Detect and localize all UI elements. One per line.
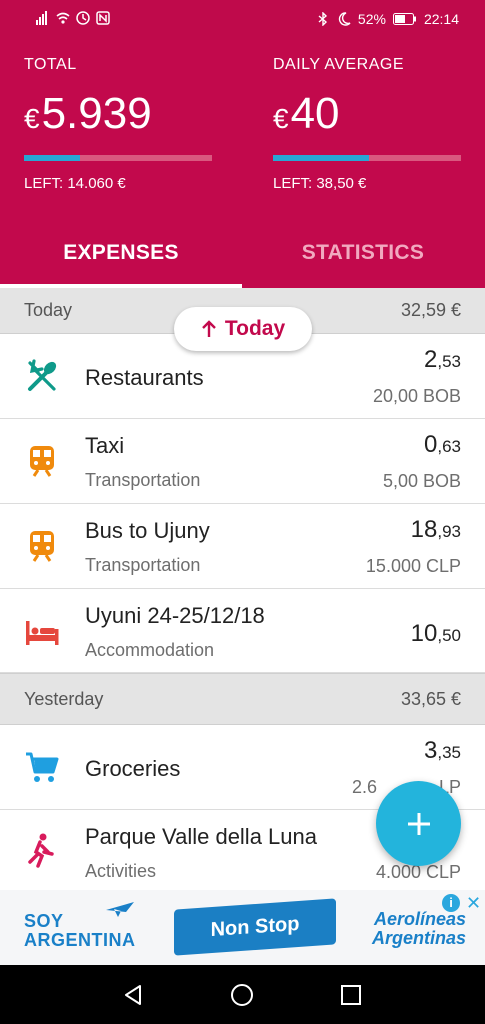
scroll-to-today-button[interactable]: Today: [174, 307, 312, 351]
moon-icon: [338, 12, 351, 26]
status-bar: 52% 22:14: [0, 0, 485, 40]
nfc-icon: [96, 11, 110, 25]
plus-icon: [407, 812, 430, 835]
tab-statistics[interactable]: STATISTICS: [242, 230, 484, 288]
wifi-icon: [56, 12, 70, 24]
ad-banner[interactable]: SOY ARGENTINA Non Stop Aerolíneas Argent…: [0, 890, 485, 965]
expense-amount: 3,35: [424, 737, 461, 764]
total-currency: €: [24, 103, 40, 134]
daily-average-stat[interactable]: DAILY AVERAGE € 40 LEFT: 38,50 €: [273, 56, 463, 192]
ad-right-text: Aerolíneas Argentinas: [371, 909, 466, 948]
ad-close-icon[interactable]: ✕: [466, 893, 481, 914]
expense-amount: 10,50: [410, 620, 461, 647]
battery-icon: [392, 13, 416, 25]
total-value: € 5.939: [24, 89, 214, 139]
daily-progress-bar: [273, 155, 461, 161]
section-header-yesterday: Yesterday 33,65 €: [0, 673, 485, 725]
total-left: LEFT: 14.060 €: [24, 175, 126, 192]
tab-bar: EXPENSES STATISTICS: [0, 230, 485, 288]
expense-title: Bus to Ujuny: [85, 518, 210, 543]
status-icons-left: [36, 11, 110, 25]
section-total: 33,65 €: [400, 688, 461, 709]
expense-row[interactable]: Taxi Transportation 0,63 5,00 BOB: [0, 419, 485, 504]
clock: 22:14: [423, 11, 459, 27]
train-icon: [30, 446, 54, 477]
tab-expenses[interactable]: EXPENSES: [0, 230, 242, 288]
train-icon: [30, 531, 54, 562]
expense-amount: 18,93: [410, 516, 461, 543]
home-icon[interactable]: [230, 983, 254, 1007]
expense-title: Taxi: [85, 433, 125, 458]
daily-progress-fill: [273, 155, 369, 161]
cart-icon: [26, 752, 59, 782]
total-progress-bar: [24, 155, 212, 161]
expense-title: Uyuni 24-25/12/18: [85, 603, 265, 628]
total-label: TOTAL: [24, 56, 77, 73]
expense-category: Activities: [85, 861, 157, 881]
expense-original-amount: 20,00 BOB: [372, 386, 461, 406]
scroll-to-today-label: Today: [224, 317, 286, 340]
expense-title: Parque Valle della Luna: [85, 824, 317, 849]
data-saver-icon: [76, 11, 90, 25]
expense-category: Transportation: [85, 555, 201, 575]
expense-row[interactable]: Bus to Ujuny Transportation 18,93 15.000…: [0, 504, 485, 589]
daily-amount: 40: [290, 89, 340, 138]
total-stat[interactable]: TOTAL € 5.939 LEFT: 14.060 €: [24, 56, 214, 192]
bluetooth-icon: [318, 12, 327, 26]
daily-average-label: DAILY AVERAGE: [273, 56, 404, 73]
add-expense-button[interactable]: [376, 781, 461, 866]
airplane-icon: [106, 902, 134, 917]
section-total: 32,59 €: [400, 300, 461, 320]
arrow-up-icon: [201, 320, 216, 337]
bed-icon: [26, 621, 59, 645]
recents-icon[interactable]: [339, 983, 363, 1007]
summary-header: TOTAL € 5.939 LEFT: 14.060 € DAILY AVERA…: [0, 40, 485, 288]
expense-title: Groceries: [85, 756, 181, 781]
ad-center-banner: Non Stop: [174, 898, 336, 956]
expense-amount: 0,63: [424, 431, 461, 458]
expense-original-amount: 15.000 CLP: [365, 556, 461, 576]
system-nav-bar: [0, 965, 485, 1024]
ad-info-icon[interactable]: i: [442, 894, 460, 912]
section-date: Yesterday: [24, 688, 104, 709]
total-progress-fill: [24, 155, 81, 161]
expense-title: Restaurants: [85, 365, 204, 390]
expense-category: Transportation: [85, 470, 201, 490]
status-icons-right: 52% 22:14: [316, 11, 459, 27]
battery-percent: 52%: [357, 11, 386, 27]
daily-average-value: € 40: [273, 89, 463, 139]
signal-icon: [36, 11, 47, 25]
expense-category: Accommodation: [85, 640, 215, 660]
fork-knife-icon: [28, 359, 57, 391]
hiker-icon: [28, 833, 54, 868]
back-icon[interactable]: [122, 983, 146, 1007]
expense-amount: 2,53: [424, 346, 461, 373]
total-amount: 5.939: [41, 89, 152, 138]
section-date: Today: [24, 300, 73, 320]
daily-left: LEFT: 38,50 €: [273, 175, 367, 192]
expense-original-amount: 5,00 BOB: [382, 471, 461, 491]
daily-currency: €: [273, 103, 289, 134]
expense-row[interactable]: Uyuni 24-25/12/18 Accommodation 10,50: [0, 589, 485, 673]
